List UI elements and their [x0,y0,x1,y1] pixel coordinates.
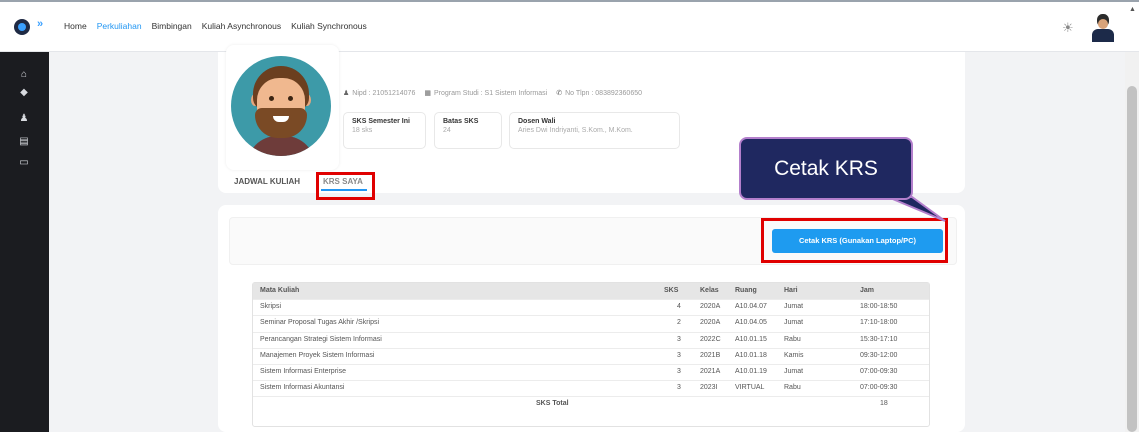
table-cell-sks: 3 [677,384,681,392]
table-cell-ruang: A10.01.15 [735,335,767,343]
nav-bimbingan[interactable]: Bimbingan [152,21,192,31]
row-divider [253,364,929,365]
table-cell-sks: 3 [677,335,681,343]
table-cell-hari: Jumat [784,319,804,327]
monitor-icon[interactable]: ▤ [18,136,30,148]
table-cell-mata-kuliah: Sistem Informasi Enterprise [260,368,346,375]
user-avatar[interactable] [1090,14,1116,42]
table-header [253,283,929,299]
table-cell-jam: 15:30-17:10 [860,335,898,343]
stat-value: 18 sks [352,127,373,134]
stat-label: SKS Semester Ini [352,118,410,125]
table-cell-hari: Rabu [784,384,801,392]
table-cell-ruang: A10.01.18 [735,351,767,359]
row-divider [253,396,929,398]
home-icon[interactable]: ⌂ [18,69,30,81]
stat-sks-semester: SKS Semester Ini 18 sks [343,112,426,149]
table-cell-sks: 3 [677,351,681,359]
table-cell-sks: 3 [677,368,681,375]
table-cell-mata-kuliah: Manajemen Proyek Sistem Informasi [260,351,375,359]
student-info: ♟ Nipd : 21051214076 ▦ Program Studi : S1 … [343,89,642,97]
profile-avatar [226,45,339,170]
expand-sidebar-icon[interactable]: » [37,18,43,30]
col-ruang: Ruang [735,287,757,294]
table-cell-sks: 2 [677,319,681,327]
table-cell-kelas: 2021A [700,368,721,375]
table-cell-jam: 07:00-09:30 [860,384,898,392]
table-cell-hari: Rabu [784,335,801,343]
table-cell-kelas: 2023I [700,384,718,392]
stat-label: Batas SKS [443,118,479,125]
users-icon[interactable]: ♟ [18,113,30,125]
user-icon: ♟ [343,90,350,97]
table-cell-jam: 17:10-18:00 [860,319,898,327]
row-divider [253,380,929,382]
nav-home[interactable]: Home [64,21,87,31]
top-nav: Home Perkuliahan Bimbingan Kuliah Asynch… [64,21,367,31]
scrollbar-thumb[interactable] [1127,86,1137,432]
print-button-highlight [761,218,948,263]
table-cell-kelas: 2020A [700,303,721,311]
stat-label: Dosen Wali [518,118,556,125]
stat-value: Aries Dwi Indriyanti, S.Kom., M.Kom. [518,127,633,134]
table-cell-ruang: A10.04.07 [735,303,767,311]
col-mata-kuliah: Mata Kuliah [260,287,300,294]
app-logo[interactable] [14,19,30,35]
phone-icon: ✆ [556,90,563,97]
sidebar: ⌂ ◆ ♟ ▤ ▭ [0,52,49,432]
table-cell-kelas: 2020A [700,319,721,327]
stat-value: 24 [443,127,451,134]
scroll-up-icon[interactable]: ▲ [1129,6,1136,13]
table-cell-hari: Kamis [784,351,804,359]
graduation-cap-icon[interactable]: ◆ [18,87,30,99]
phone-text: No Tlpn : 083892360650 [565,90,642,97]
table-cell-ruang: A10.04.05 [735,319,767,327]
prodi-text: Program Studi : S1 Sistem Informasi [433,90,548,97]
table-cell-ruang: A10.01.19 [735,368,767,375]
building-icon: ▦ [424,90,431,97]
page-scrollbar[interactable] [1125,52,1139,432]
table-cell-mata-kuliah: Seminar Proposal Tugas Akhir /Skripsi [260,319,380,327]
table-cell-sks: 4 [677,303,681,311]
callout-label: Cetak KRS [739,137,913,200]
nav-kuliah-asynchronous[interactable]: Kuliah Asynchronous [202,21,281,31]
folder-icon[interactable]: ▭ [18,157,30,169]
table-cell-mata-kuliah: Sistem Informasi Akuntansi [260,384,345,392]
table-cell-jam: 09:30-12:00 [860,351,898,359]
col-kelas: Kelas [700,287,719,294]
stat-dosen-wali: Dosen Wali Aries Dwi Indriyanti, S.Kom.,… [509,112,680,149]
table-cell-mata-kuliah: Skripsi [260,303,282,311]
col-jam: Jam [860,287,875,294]
nav-kuliah-synchronous[interactable]: Kuliah Synchronous [291,21,367,31]
krs-tab-highlight [316,172,375,200]
table-cell-hari: Jumat [784,368,804,375]
col-sks: SKS [664,287,679,294]
table-cell-mata-kuliah: Perancangan Strategi Sistem Informasi [260,335,382,343]
table-cell-jam: 18:00-18:50 [860,303,898,311]
table-cell-ruang: VIRTUAL [735,384,765,392]
tab-jadwal-kuliah[interactable]: JADWAL KULIAH [234,177,300,186]
stat-batas-sks: Batas SKS 24 [434,112,502,149]
sks-total-value: 18 [880,400,888,408]
row-divider [253,299,929,301]
table-cell-kelas: 2021B [700,351,721,359]
nipd-text: Nipd : 21051214076 [352,90,416,97]
nav-perkuliahan[interactable]: Perkuliahan [97,21,142,31]
table-cell-jam: 07:00-09:30 [860,368,898,375]
col-hari: Hari [784,287,798,294]
table-cell-kelas: 2022C [700,335,721,343]
sks-total-label: SKS Total [536,400,569,408]
sun-icon[interactable]: ☀ [1062,21,1074,34]
top-bar: » Home Perkuliahan Bimbingan Kuliah Asyn… [0,0,1139,52]
table-cell-hari: Jumat [784,303,804,311]
